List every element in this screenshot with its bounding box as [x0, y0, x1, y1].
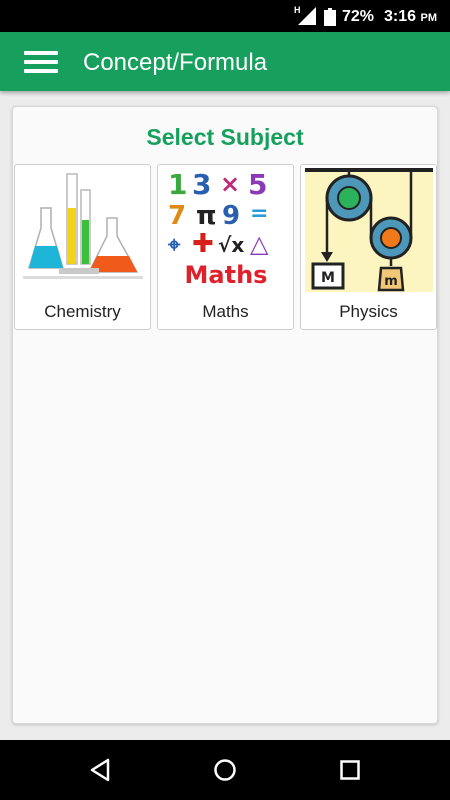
weight-label-m: m [384, 274, 398, 289]
svg-text:5: 5 [248, 168, 267, 201]
status-bar: H 72% 3:16 PM [0, 0, 450, 32]
menu-button[interactable] [12, 41, 70, 83]
subject-label: Maths [202, 302, 249, 321]
status-clock: 3:16 PM [384, 8, 437, 26]
recents-square-icon [340, 760, 360, 780]
subject-label: Physics [339, 302, 398, 321]
svg-text:√x: √x [218, 233, 244, 257]
maths-image-text: Maths [184, 261, 268, 289]
svg-text:9: 9 [222, 201, 240, 231]
home-circle-icon [214, 759, 236, 781]
signal-strength-icon [298, 7, 316, 25]
subject-tile-maths[interactable]: 1 3 × 5 7 π 9 = ⌖ ✚ √x △ Maths Maths [157, 164, 294, 330]
nav-home-button[interactable] [201, 752, 249, 788]
clock-ampm: PM [420, 12, 437, 24]
nav-recents-button[interactable] [326, 752, 374, 788]
battery-icon [324, 8, 336, 26]
clock-time: 3:16 [384, 8, 417, 25]
svg-text:π: π [196, 201, 217, 231]
svg-text:=: = [250, 201, 268, 226]
svg-text:3: 3 [192, 168, 211, 201]
svg-text:×: × [220, 170, 240, 198]
app-title: Concept/Formula [83, 49, 268, 76]
section-title: Select Subject [146, 124, 304, 150]
battery-percentage: 72% [342, 8, 375, 25]
hamburger-menu-icon [24, 51, 58, 73]
subject-card: Select Subject Chemistry 1 3 × 5 7 π 9 =… [12, 106, 438, 724]
svg-text:✚: ✚ [192, 229, 214, 259]
svg-text:△: △ [250, 230, 269, 258]
svg-text:7: 7 [168, 201, 186, 231]
subject-tile-physics[interactable]: M m Physics [300, 164, 437, 330]
svg-text:1: 1 [168, 168, 187, 201]
pulley-system-image: M m [305, 168, 433, 292]
weight-label-M: M [321, 270, 335, 286]
system-nav-bar [0, 740, 450, 800]
nav-back-button[interactable] [76, 752, 124, 788]
subject-label: Chemistry [44, 302, 121, 321]
back-triangle-icon [90, 758, 110, 782]
subject-tile-chemistry[interactable]: Chemistry [14, 164, 151, 330]
app-bar: Concept/Formula [0, 32, 450, 91]
svg-text:⌖: ⌖ [167, 233, 181, 258]
chemistry-glassware-image [19, 168, 147, 292]
